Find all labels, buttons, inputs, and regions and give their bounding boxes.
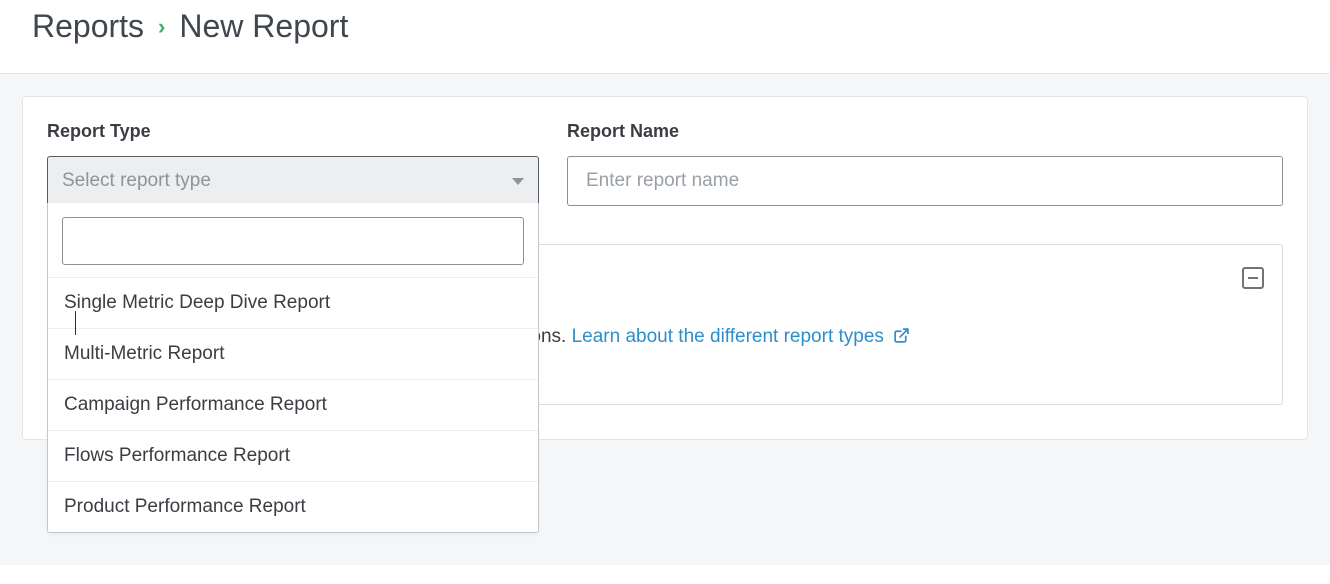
option-single-metric[interactable]: Single Metric Deep Dive Report	[48, 277, 538, 328]
collapse-button[interactable]	[1242, 267, 1264, 289]
option-campaign-performance[interactable]: Campaign Performance Report	[48, 379, 538, 430]
caret-down-icon	[512, 178, 524, 185]
dropdown-search-input[interactable]	[62, 217, 524, 265]
breadcrumb-root-link[interactable]: Reports	[32, 8, 144, 45]
breadcrumb: Reports › New Report	[0, 0, 1330, 73]
report-type-options: Single Metric Deep Dive Report Multi-Met…	[48, 277, 538, 532]
report-name-label: Report Name	[567, 121, 1283, 142]
breadcrumb-current: New Report	[179, 8, 348, 45]
page-body: Report Type Select report type Single Me…	[0, 73, 1330, 565]
report-type-label: Report Type	[47, 121, 539, 142]
option-flows-performance[interactable]: Flows Performance Report	[48, 430, 538, 481]
chevron-right-icon: ›	[158, 14, 165, 40]
report-name-input[interactable]	[567, 156, 1283, 206]
report-type-placeholder: Select report type	[62, 170, 211, 192]
report-type-dropdown: Single Metric Deep Dive Report Multi-Met…	[47, 203, 539, 533]
option-product-performance[interactable]: Product Performance Report	[48, 481, 538, 532]
minus-icon	[1248, 277, 1258, 279]
option-multi-metric[interactable]: Multi-Metric Report	[48, 328, 538, 379]
report-type-select[interactable]: Select report type	[47, 156, 539, 206]
external-link-icon	[893, 325, 910, 354]
report-card: Report Type Select report type Single Me…	[22, 96, 1308, 440]
learn-report-types-link[interactable]: Learn about the different report types	[572, 326, 911, 347]
